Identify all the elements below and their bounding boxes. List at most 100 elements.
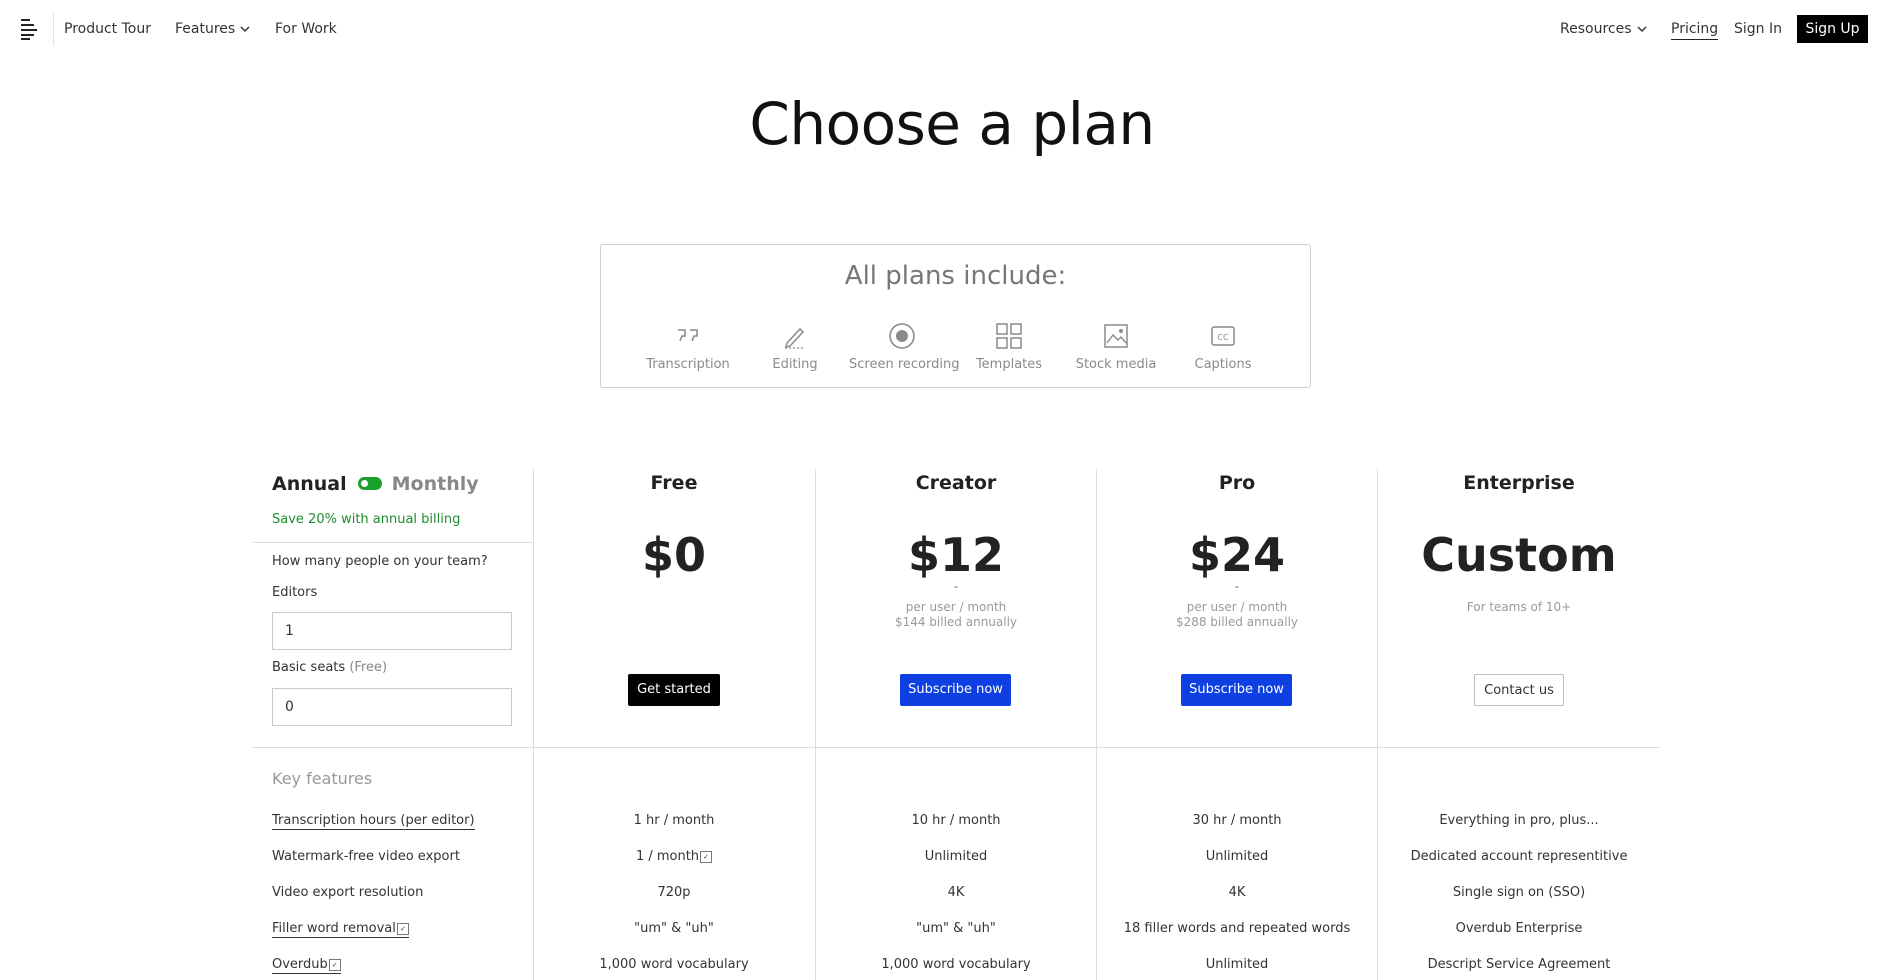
top-navbar: Product Tour Features For Work Resources… bbox=[0, 0, 1888, 58]
chevron-down-icon bbox=[240, 25, 250, 32]
nav-product-tour[interactable]: Product Tour bbox=[64, 20, 151, 38]
feature-cell: 1,000 word vocabulary bbox=[881, 957, 1031, 972]
plan-price: $12 bbox=[907, 528, 1005, 582]
feature-label-overdub[interactable]: Overdub ✓ bbox=[272, 957, 341, 974]
pricing-page: Product Tour Features For Work Resources… bbox=[0, 0, 1888, 980]
include-label: Editing bbox=[772, 357, 818, 372]
plan-name: Free bbox=[650, 472, 698, 494]
plan-name: Pro bbox=[1218, 472, 1256, 494]
nav-divider bbox=[53, 12, 54, 46]
include-label: Screen recording bbox=[849, 357, 960, 372]
plan-billing-note: per user / month $144 billed annually bbox=[816, 600, 1096, 630]
plan-price: $24 bbox=[1188, 528, 1286, 582]
chevron-down-icon bbox=[1636, 25, 1647, 32]
page-title: Choose a plan bbox=[749, 90, 1155, 158]
quote-icon bbox=[678, 329, 698, 342]
plan-price: $0 bbox=[641, 528, 706, 582]
subscribe-pro-button[interactable]: Subscribe now bbox=[1181, 674, 1292, 706]
all-plans-include-box: All plans include: Transcription Editing… bbox=[600, 244, 1311, 388]
section-divider bbox=[253, 747, 1659, 748]
feature-label-export-resolution: Video export resolution bbox=[272, 885, 424, 900]
feature-cell: Unlimited bbox=[924, 849, 988, 864]
info-icon[interactable]: ✓ bbox=[396, 922, 409, 935]
include-item-screen-recording: Screen recording bbox=[849, 321, 960, 372]
feature-cell: 4K bbox=[947, 885, 965, 900]
feature-cell: 1,000 word vocabulary bbox=[599, 957, 749, 972]
monthly-label[interactable]: Monthly bbox=[392, 473, 479, 495]
annual-label[interactable]: Annual bbox=[272, 473, 347, 495]
svg-text:CC: CC bbox=[1217, 333, 1229, 342]
include-item-transcription: Transcription bbox=[635, 321, 741, 372]
basic-seats-input[interactable] bbox=[272, 688, 512, 726]
nav-features[interactable]: Features bbox=[175, 20, 250, 38]
include-item-editing: Editing bbox=[742, 321, 848, 372]
nav-resources-label: Resources bbox=[1560, 21, 1632, 37]
plan-billed-annually: $144 billed annually bbox=[894, 615, 1018, 629]
feature-cell: Unlimited bbox=[1205, 957, 1269, 972]
sign-up-button[interactable]: Sign Up bbox=[1797, 15, 1868, 43]
include-item-stock-media: Stock media bbox=[1063, 321, 1169, 372]
feature-cell: 30 hr / month bbox=[1192, 813, 1282, 828]
nav-pricing[interactable]: Pricing bbox=[1671, 20, 1719, 40]
key-features-title: Key features bbox=[272, 769, 373, 788]
feature-label-text: Filler word removal bbox=[272, 921, 396, 936]
include-label: Stock media bbox=[1075, 357, 1157, 372]
record-icon bbox=[889, 323, 915, 349]
get-started-button[interactable]: Get started bbox=[628, 674, 720, 706]
billing-toggle-row: Annual Monthly bbox=[272, 473, 479, 495]
include-label: Transcription bbox=[646, 357, 730, 372]
plan-price-dash: - bbox=[1235, 580, 1239, 593]
feature-label-watermark-free: Watermark-free video export bbox=[272, 849, 460, 864]
feature-cell: 1 / month ✓ bbox=[534, 849, 814, 864]
include-item-templates: Templates bbox=[956, 321, 1062, 372]
plan-billing-note: per user / month $288 billed annually bbox=[1097, 600, 1377, 630]
cc-icon: CC bbox=[1211, 326, 1235, 346]
billing-divider bbox=[253, 542, 534, 543]
feature-cell: 4K bbox=[1228, 885, 1246, 900]
plan-price-dash: - bbox=[954, 580, 958, 593]
nav-features-label: Features bbox=[175, 21, 236, 37]
plan-enterprise: Enterprise Custom For teams of 10+ Conta… bbox=[1379, 472, 1659, 706]
nav-sign-in[interactable]: Sign In bbox=[1734, 20, 1782, 38]
feature-label-filler-word-removal[interactable]: Filler word removal ✓ bbox=[272, 921, 409, 938]
feature-cell: 1 hr / month bbox=[633, 813, 715, 828]
billing-toggle-switch[interactable] bbox=[357, 477, 382, 490]
feature-cell: 18 filler words and repeated words bbox=[1123, 921, 1351, 936]
pen-icon bbox=[784, 327, 805, 349]
basic-seats-label: Basic seats (Free) bbox=[272, 660, 387, 675]
save-note: Save 20% with annual billing bbox=[272, 512, 461, 527]
basic-seats-text: Basic seats bbox=[272, 660, 346, 675]
plan-per-user: per user / month bbox=[1186, 600, 1288, 614]
editors-label: Editors bbox=[272, 585, 318, 600]
contact-us-button[interactable]: Contact us bbox=[1474, 674, 1564, 706]
subscribe-creator-button[interactable]: Subscribe now bbox=[900, 674, 1011, 706]
feature-label-transcription-hours[interactable]: Transcription hours (per editor) bbox=[272, 813, 475, 830]
feature-cell: Descript Service Agreement bbox=[1427, 957, 1611, 972]
feature-cell: Single sign on (SSO) bbox=[1452, 885, 1586, 900]
plan-free: Free $0 Get started bbox=[534, 472, 814, 706]
editors-input[interactable] bbox=[272, 612, 512, 650]
feature-cell: "um" & "uh" bbox=[634, 921, 714, 936]
plan-pro: Pro $24 - per user / month $288 billed an… bbox=[1097, 472, 1377, 706]
feature-label-text: Overdub bbox=[272, 957, 328, 972]
feature-cell: 720p bbox=[657, 885, 691, 900]
nav-for-work[interactable]: For Work bbox=[275, 20, 337, 38]
plan-per-user: per user / month bbox=[905, 600, 1007, 614]
include-title: All plans include: bbox=[844, 261, 1067, 291]
feature-cell: 10 hr / month bbox=[911, 813, 1001, 828]
column-divider bbox=[1377, 469, 1378, 980]
plan-audience-note: For teams of 10+ bbox=[1466, 600, 1572, 614]
include-item-captions: CC Captions bbox=[1170, 321, 1276, 372]
feature-cell: Overdub Enterprise bbox=[1455, 921, 1583, 936]
feature-cell: Everything in pro, plus... bbox=[1439, 813, 1599, 828]
info-icon[interactable]: ✓ bbox=[328, 958, 341, 971]
image-icon bbox=[1104, 324, 1128, 348]
plan-billed-annually: $288 billed annually bbox=[1175, 615, 1299, 629]
feature-cell: Unlimited bbox=[1205, 849, 1269, 864]
descript-logo-icon[interactable] bbox=[19, 18, 41, 40]
info-icon[interactable]: ✓ bbox=[700, 850, 713, 863]
feature-cell: Dedicated account representitive bbox=[1410, 849, 1628, 864]
include-label: Templates bbox=[975, 357, 1043, 372]
nav-resources[interactable]: Resources bbox=[1560, 20, 1647, 38]
plan-name: Enterprise bbox=[1463, 472, 1575, 494]
